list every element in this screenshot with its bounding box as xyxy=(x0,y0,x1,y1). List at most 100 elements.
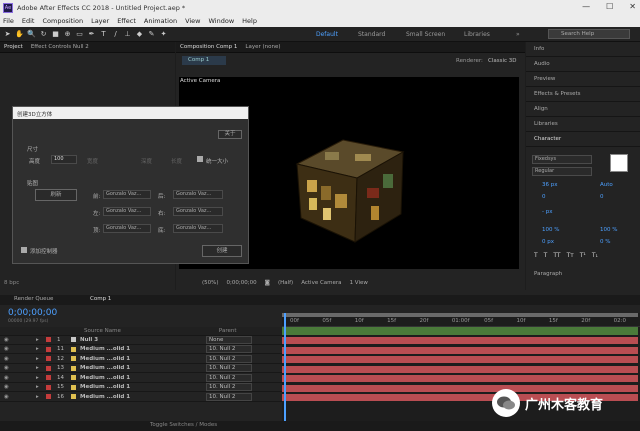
unify-size-checkbox[interactable] xyxy=(197,156,203,162)
rectangle-tool-icon[interactable]: ▭ xyxy=(75,30,84,39)
source-name-header[interactable]: Source Name xyxy=(84,328,121,334)
expand-arrow-icon[interactable]: ▸ xyxy=(36,346,42,352)
eye-icon[interactable]: ◉ xyxy=(4,356,12,362)
label-color-swatch[interactable] xyxy=(46,337,51,343)
font-size-value[interactable]: 36 px xyxy=(542,182,558,188)
bpc-indicator[interactable]: 8 bpc xyxy=(4,280,19,286)
current-time-readout[interactable]: 0;00;00;00 xyxy=(227,280,257,286)
work-area-bar[interactable] xyxy=(282,313,638,317)
label-color-swatch[interactable] xyxy=(46,384,51,390)
layer-track-bar[interactable] xyxy=(282,375,638,382)
workspace-small-screen[interactable]: Small Screen xyxy=(406,31,445,38)
kerning-value[interactable]: 0 xyxy=(542,194,546,200)
label-color-swatch[interactable] xyxy=(46,394,51,400)
resolution-dropdown[interactable]: (Half) xyxy=(278,280,293,286)
puppet-pin-tool-icon[interactable]: ✦ xyxy=(159,30,168,39)
faux-bold-button[interactable]: T xyxy=(534,252,538,259)
renderer-value[interactable]: Classic 3D xyxy=(488,58,517,64)
expand-arrow-icon[interactable]: ▸ xyxy=(36,384,42,390)
layer-row[interactable]: ◉ ▸ 15 Medium ...olid 1 10. Null 2 xyxy=(0,383,282,392)
right-face-select[interactable]: Gonzalo Vaz... xyxy=(173,207,223,216)
eye-icon[interactable]: ◉ xyxy=(4,384,12,390)
create-button[interactable]: 创建 xyxy=(202,245,242,257)
tsume-value[interactable]: 0 % xyxy=(600,239,610,245)
zoom-dropdown[interactable]: (50%) xyxy=(202,280,219,286)
panel-effects-presets[interactable]: Effects & Presets xyxy=(526,87,640,102)
eye-icon[interactable]: ◉ xyxy=(4,365,12,371)
top-face-select[interactable]: Gonzalo Vaz... xyxy=(103,224,151,233)
layer-name[interactable]: Null 3 xyxy=(80,337,150,343)
height-input[interactable]: 100 xyxy=(51,155,77,164)
label-color-swatch[interactable] xyxy=(46,375,51,381)
playhead[interactable] xyxy=(284,313,286,421)
workspace-standard[interactable]: Standard xyxy=(358,31,385,38)
3d-view-dropdown[interactable]: Active Camera xyxy=(301,280,341,286)
layer-name[interactable]: Medium ...olid 1 xyxy=(80,375,150,381)
panel-paragraph[interactable]: Paragraph xyxy=(534,271,562,277)
view-layout-dropdown[interactable]: 1 View xyxy=(350,280,368,286)
menu-help[interactable]: Help xyxy=(242,17,257,25)
tracking-value[interactable]: 0 xyxy=(600,194,604,200)
menu-window[interactable]: Window xyxy=(209,17,235,25)
eraser-tool-icon[interactable]: ◆ xyxy=(135,30,144,39)
timeline-timecode[interactable]: 0;00;00;00 xyxy=(8,308,57,318)
maximize-button[interactable]: ☐ xyxy=(606,2,613,11)
menu-file[interactable]: File xyxy=(3,17,14,25)
label-color-swatch[interactable] xyxy=(46,346,51,352)
panel-align[interactable]: Align xyxy=(526,102,640,117)
superscript-button[interactable]: T¹ xyxy=(580,252,586,259)
parent-dropdown[interactable]: 10. Null 2 xyxy=(206,345,252,354)
camera-tool-icon[interactable]: ■ xyxy=(51,30,60,39)
refresh-button[interactable]: 刷新 xyxy=(35,189,77,201)
small-caps-button[interactable]: Tт xyxy=(567,252,574,259)
layer-row[interactable]: ◉ ▸ 13 Medium ...olid 1 10. Null 2 xyxy=(0,364,282,373)
subscript-button[interactable]: T₁ xyxy=(592,252,598,259)
panel-character[interactable]: Character xyxy=(526,132,640,147)
brush-tool-icon[interactable]: / xyxy=(111,30,120,39)
fill-color-swatch[interactable] xyxy=(610,154,628,172)
add-controller-checkbox[interactable] xyxy=(21,247,27,253)
layer-row[interactable]: ◉ ▸ 11 Medium ...olid 1 10. Null 2 xyxy=(0,345,282,354)
layer-row[interactable]: ◉ ▸ 12 Medium ...olid 1 10. Null 2 xyxy=(0,354,282,364)
toggle-switches-modes[interactable]: Toggle Switches / Modes xyxy=(150,422,217,428)
panel-info[interactable]: Info xyxy=(526,42,640,57)
time-ruler[interactable]: 00f 05f 10f 15f 20f 01:00f 05f 10f 15f 20f 02:0 xyxy=(282,313,640,327)
clone-stamp-tool-icon[interactable]: ⊥ xyxy=(123,30,132,39)
selection-tool-icon[interactable]: ➤ xyxy=(3,30,12,39)
layer-row[interactable]: ◉ ▸ 1 Null 3 None xyxy=(0,335,282,345)
search-help-input[interactable]: Search Help xyxy=(548,29,630,39)
close-button[interactable]: ✕ xyxy=(629,2,636,11)
faux-italic-button[interactable]: T xyxy=(544,252,548,259)
workspace-overflow[interactable]: » xyxy=(516,31,520,38)
about-button[interactable]: 关于 xyxy=(218,130,242,139)
expand-arrow-icon[interactable]: ▸ xyxy=(36,394,42,400)
layer-track-bar[interactable] xyxy=(282,365,638,373)
expand-arrow-icon[interactable]: ▸ xyxy=(36,375,42,381)
font-style-dropdown[interactable]: Regular xyxy=(532,167,592,176)
label-color-swatch[interactable] xyxy=(46,356,51,362)
parent-dropdown[interactable]: 10. Null 2 xyxy=(206,373,252,382)
all-caps-button[interactable]: TT xyxy=(553,252,560,259)
horizontal-scale-value[interactable]: 100 % xyxy=(600,227,617,233)
tab-project[interactable]: Project xyxy=(4,44,23,50)
layer-name[interactable]: Medium ...olid 1 xyxy=(80,394,150,400)
expand-arrow-icon[interactable]: ▸ xyxy=(36,365,42,371)
pen-tool-icon[interactable]: ✒ xyxy=(87,30,96,39)
parent-dropdown[interactable]: 10. Null 2 xyxy=(206,354,252,363)
layer-row[interactable]: ◉ ▸ 16 Medium ...olid 1 10. Null 2 xyxy=(0,392,282,402)
layer-name[interactable]: Medium ...olid 1 xyxy=(80,346,150,352)
menu-composition[interactable]: Composition xyxy=(42,17,83,25)
eye-icon[interactable]: ◉ xyxy=(4,337,12,343)
pan-behind-tool-icon[interactable]: ⊕ xyxy=(63,30,72,39)
layer-track-bar[interactable] xyxy=(282,337,638,344)
panel-audio[interactable]: Audio xyxy=(526,57,640,72)
menu-edit[interactable]: Edit xyxy=(22,17,35,25)
menu-effect[interactable]: Effect xyxy=(117,17,136,25)
snapshot-icon[interactable]: ◙ xyxy=(265,280,270,286)
front-face-select[interactable]: Gonzalo Vaz... xyxy=(103,190,151,199)
stroke-width-value[interactable]: - px xyxy=(542,209,552,215)
label-color-swatch[interactable] xyxy=(46,365,51,371)
tab-layer[interactable]: Layer (none) xyxy=(245,44,280,50)
tab-comp-timeline[interactable]: Comp 1 xyxy=(90,296,111,302)
font-family-dropdown[interactable]: Fixedsys xyxy=(532,155,592,164)
